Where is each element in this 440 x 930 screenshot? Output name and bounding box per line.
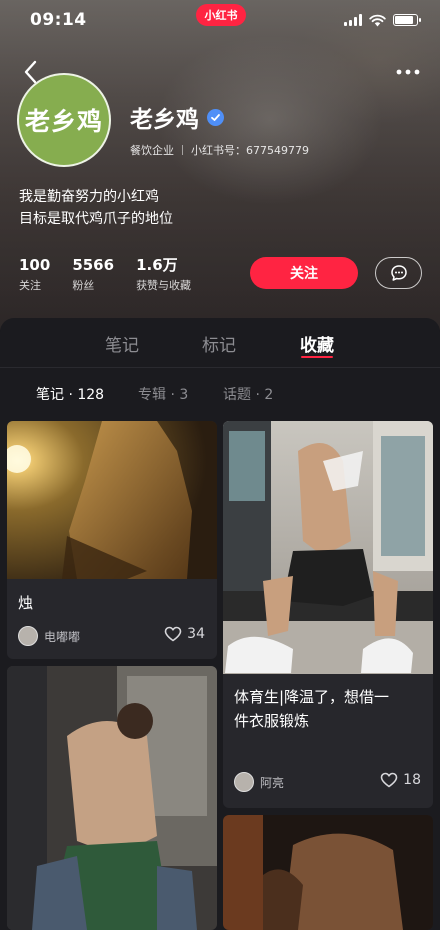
heart-icon bbox=[164, 626, 182, 642]
note-cover-image bbox=[7, 666, 217, 930]
back-icon bbox=[24, 60, 37, 84]
bio-line: 我是勤奋努力的小红鸡 bbox=[19, 189, 159, 205]
like-button[interactable]: 18 bbox=[380, 772, 421, 788]
system-icons bbox=[344, 14, 421, 27]
like-button[interactable]: 34 bbox=[164, 626, 205, 642]
signal-icon bbox=[344, 14, 362, 26]
note-title-line: 件衣服锻炼 bbox=[234, 712, 310, 730]
status-bar: 09:14 bbox=[0, 0, 440, 40]
follow-button[interactable]: 关注 bbox=[250, 257, 358, 289]
active-tab-indicator bbox=[301, 356, 333, 358]
bio-line: 目标是取代鸡爪子的地位 bbox=[19, 211, 173, 227]
profile-name-row: 老乡鸡 bbox=[130, 100, 224, 134]
tab-marks[interactable]: 标记 bbox=[189, 331, 249, 356]
stat-likes-collects[interactable]: 1.6万 获赞与收藏 bbox=[136, 255, 191, 293]
profile-name: 老乡鸡 bbox=[130, 107, 199, 133]
avatar-logo-text: 老乡鸡 bbox=[24, 107, 103, 136]
profile-category: 餐饮企业 bbox=[130, 144, 174, 157]
author-name: 电嘟嘟 bbox=[44, 629, 81, 644]
like-count: 34 bbox=[187, 626, 205, 642]
note-card[interactable]: 体育生|降温了，想借一 件衣服锻炼 阿亮 18 bbox=[223, 421, 433, 808]
note-cover-image bbox=[223, 421, 433, 674]
stat-label: 获赞与收藏 bbox=[136, 279, 192, 292]
stat-label: 粉丝 bbox=[72, 279, 95, 292]
more-icon bbox=[396, 69, 420, 75]
note-author[interactable]: 电嘟嘟 bbox=[18, 626, 80, 646]
author-name: 阿亮 bbox=[260, 775, 285, 790]
battery-icon bbox=[393, 14, 421, 26]
more-button[interactable] bbox=[394, 59, 422, 85]
subtab-notes[interactable]: 笔记 · 128 bbox=[36, 384, 104, 404]
stat-followers[interactable]: 5566 粉丝 bbox=[72, 255, 114, 293]
note-title: 体育生|降温了，想借一 件衣服锻炼 bbox=[234, 685, 389, 733]
profile-stats: 100 关注 5566 粉丝 1.6万 获赞与收藏 bbox=[19, 255, 191, 293]
content-sheet: 笔记 标记 收藏 笔记 · 128 专辑 · 3 话题 · 2 烛 电嘟嘟 34… bbox=[0, 318, 440, 930]
stat-value: 1.6万 bbox=[136, 256, 178, 274]
heart-icon bbox=[380, 772, 398, 788]
note-title: 烛 bbox=[18, 594, 34, 612]
note-author[interactable]: 阿亮 bbox=[234, 772, 284, 792]
author-avatar bbox=[18, 626, 38, 646]
meta-divider bbox=[182, 145, 183, 155]
note-cover-image bbox=[7, 421, 217, 579]
profile-red-id: 小红书号：677549779 bbox=[191, 144, 309, 157]
note-card[interactable] bbox=[7, 666, 217, 930]
note-cover-image bbox=[223, 815, 433, 930]
profile-bio: 我是勤奋努力的小红鸡 目标是取代鸡爪子的地位 bbox=[19, 186, 173, 230]
note-card[interactable]: 烛 电嘟嘟 34 bbox=[7, 421, 217, 659]
stat-label: 关注 bbox=[19, 279, 41, 292]
author-avatar bbox=[234, 772, 254, 792]
note-title-line: 体育生|降温了，想借一 bbox=[234, 688, 390, 706]
tab-collections[interactable]: 收藏 bbox=[287, 331, 347, 356]
tab-notes[interactable]: 笔记 bbox=[92, 331, 152, 356]
message-icon bbox=[390, 265, 407, 281]
stat-value: 100 bbox=[19, 256, 51, 274]
stat-following[interactable]: 100 关注 bbox=[19, 255, 50, 293]
subtab-topics[interactable]: 话题 · 2 bbox=[223, 384, 273, 404]
profile-tabs: 笔记 标记 收藏 bbox=[0, 318, 440, 368]
collection-subtabs: 笔记 · 128 专辑 · 3 话题 · 2 bbox=[0, 378, 440, 414]
note-card[interactable] bbox=[223, 815, 433, 930]
subtab-albums[interactable]: 专辑 · 3 bbox=[138, 384, 188, 404]
status-time: 09:14 bbox=[30, 10, 87, 30]
verified-icon bbox=[207, 108, 224, 126]
profile-meta: 餐饮企业 小红书号：677549779 bbox=[130, 142, 309, 158]
like-count: 18 bbox=[403, 772, 421, 788]
message-button[interactable] bbox=[375, 257, 422, 289]
stat-value: 5566 bbox=[72, 256, 115, 274]
wifi-icon bbox=[369, 14, 386, 26]
avatar[interactable]: 老乡鸡 bbox=[17, 73, 111, 167]
